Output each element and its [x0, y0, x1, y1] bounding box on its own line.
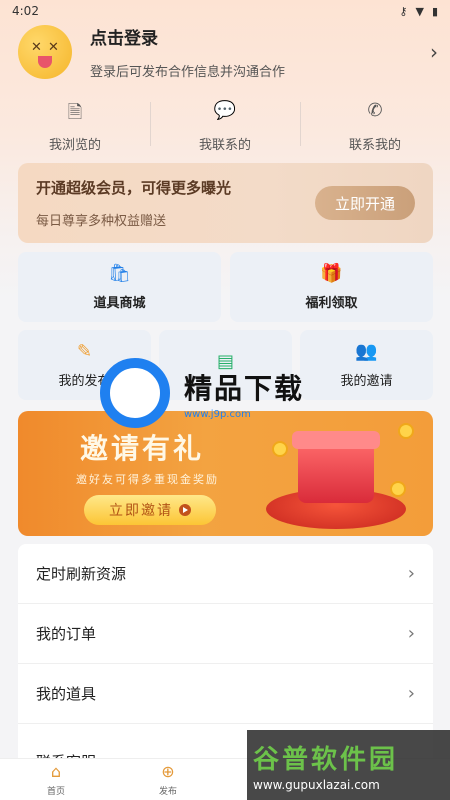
status-bar: 4:02 ⚷ ▼ ▮: [0, 0, 450, 22]
gift-box-illustration: [298, 441, 374, 503]
menu-item-refresh[interactable]: 定时刷新资源 ›: [18, 544, 433, 604]
nav-publish[interactable]: ⊕ 发布: [112, 759, 224, 800]
feature-item-store[interactable]: 🛍 道具商城: [18, 252, 221, 322]
coin-icon: [390, 481, 406, 497]
nav-label: 首页: [46, 787, 65, 797]
menu-item-label: 我的道具: [36, 685, 97, 703]
feature-item-welfare[interactable]: 🎁 福利领取: [230, 252, 433, 322]
corner-watermark-text: 谷普软件园: [253, 744, 399, 775]
invite-subtitle: 邀好友可得多重现金奖励: [76, 473, 219, 486]
gift-lid-illustration: [292, 431, 380, 449]
document-icon: 🗎: [67, 102, 83, 123]
chevron-right-icon: ›: [407, 623, 415, 644]
play-icon: [179, 504, 191, 516]
watermark-text: 精品下载: [184, 371, 305, 405]
chevron-right-icon: ›: [407, 563, 415, 584]
invite-banner[interactable]: 邀请有礼 邀好友可得多重现金奖励 立即邀请: [18, 411, 433, 536]
quick-link-label: 联系我的: [348, 138, 401, 153]
key-icon: ⚷: [399, 4, 408, 18]
status-time: 4:02: [12, 4, 39, 18]
menu-item-orders[interactable]: 我的订单 ›: [18, 604, 433, 664]
menu-item-label: 我的订单: [36, 625, 97, 643]
edit-icon: ✎: [76, 341, 93, 362]
login-banner[interactable]: ✕ ✕ 点击登录 登录后可发布合作信息并沟通合作 ›: [18, 22, 438, 82]
corner-watermark-url: www.gupuxlazai.com: [253, 777, 380, 792]
coin-icon: [272, 441, 288, 457]
vip-banner: 开通超级会员，可得更多曝光 每日尊享多种权益赠送 立即开通: [18, 163, 433, 243]
coin-icon: [398, 423, 414, 439]
invite-title: 邀请有礼: [80, 432, 205, 465]
login-title: 点击登录: [90, 29, 158, 49]
invite-now-button[interactable]: 立即邀请: [84, 495, 216, 525]
watermark-overlay: 精品下载 www.j9p.com: [100, 358, 360, 428]
feature-label: 道具商城: [93, 296, 146, 311]
nav-home[interactable]: ⌂ 首页: [0, 759, 112, 800]
quick-link-contacted[interactable]: 💬 我联系的: [150, 100, 300, 154]
invite-button-label: 立即邀请: [109, 503, 173, 519]
activate-vip-button[interactable]: 立即开通: [315, 186, 415, 220]
corner-watermark: 谷普软件园 www.gupuxlazai.com: [247, 730, 450, 800]
gift-icon: 🎁: [320, 263, 343, 284]
watermark-url: www.j9p.com: [184, 408, 251, 420]
chevron-right-icon: ›: [430, 40, 438, 64]
battery-icon: ▮: [431, 4, 438, 18]
login-subtitle: 登录后可发布合作信息并沟通合作: [90, 65, 286, 80]
watermark-logo-icon: [100, 358, 170, 428]
menu-item-props[interactable]: 我的道具 ›: [18, 664, 433, 724]
avatar-eye-icon: ✕: [48, 40, 59, 55]
phone-icon: ✆: [367, 100, 383, 121]
wifi-icon: ▼: [415, 4, 424, 18]
quick-link-browsed[interactable]: 🗎 我浏览的: [0, 100, 150, 154]
avatar-eye-icon: ✕: [31, 40, 42, 55]
chevron-right-icon: ›: [407, 683, 415, 704]
chat-icon: 💬: [213, 100, 237, 121]
plus-circle-icon: ⊕: [161, 762, 175, 781]
feature-label: 福利领取: [305, 296, 358, 311]
avatar[interactable]: ✕ ✕: [18, 25, 72, 79]
quick-link-contacted-me[interactable]: ✆ 联系我的: [300, 100, 450, 154]
home-icon: ⌂: [50, 762, 62, 781]
avatar-tongue: [38, 56, 52, 68]
quick-link-label: 我浏览的: [48, 138, 101, 153]
shopping-bag-icon: 🛍: [108, 263, 131, 284]
quick-link-label: 我联系的: [198, 138, 251, 153]
nav-label: 发布: [158, 787, 177, 797]
menu-item-label: 定时刷新资源: [36, 565, 127, 583]
quick-links: 🗎 我浏览的 💬 我联系的 ✆ 联系我的: [0, 100, 450, 154]
